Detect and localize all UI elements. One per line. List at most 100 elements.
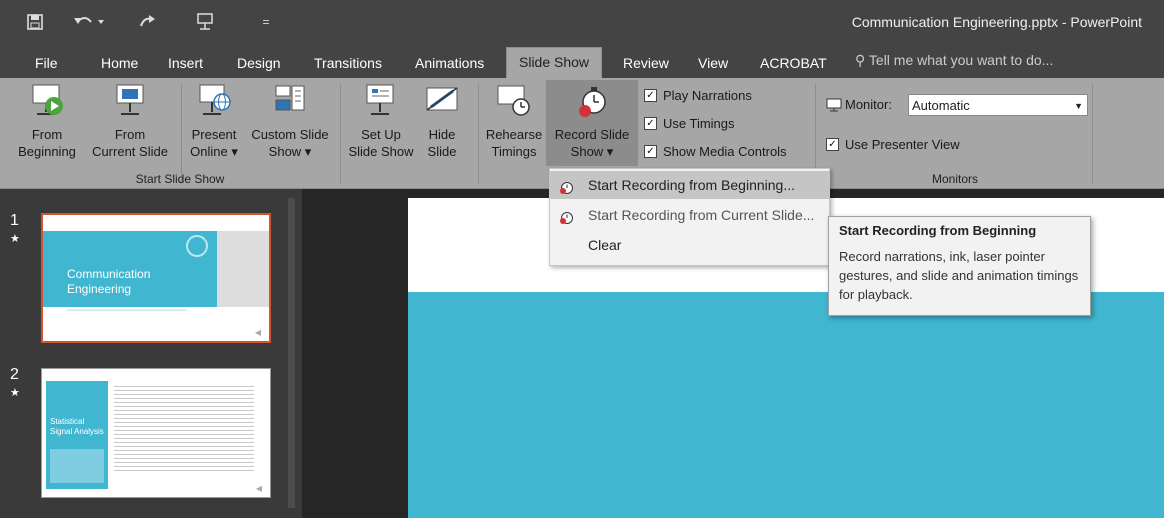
monitor-select-value: Automatic xyxy=(912,98,970,113)
tab-transitions[interactable]: Transitions xyxy=(312,52,384,78)
show-media-controls-checkbox[interactable]: ✓ Show Media Controls xyxy=(644,144,787,159)
record-slide-show-icon xyxy=(572,82,612,122)
save-icon[interactable] xyxy=(22,9,48,35)
thumbnail-scrollbar[interactable] xyxy=(288,198,295,508)
record-label-1: Record Slide xyxy=(554,127,630,142)
use-timings-label: Use Timings xyxy=(663,116,735,131)
hide-slide-label-2: Slide xyxy=(427,144,457,159)
separator xyxy=(181,84,182,184)
custom-slide-show-label-2: Show ▾ xyxy=(268,144,312,159)
thumb-title-line-2: Signal Analysis xyxy=(50,427,104,436)
slide-number-2: 2 xyxy=(10,366,19,383)
checkbox-check: ✓ xyxy=(644,117,657,130)
play-narrations-checkbox[interactable]: ✓ Play Narrations xyxy=(644,88,752,103)
menu-item-label: Clear xyxy=(588,237,622,253)
thumb-title: Communication Engineering xyxy=(67,267,150,297)
speaker-icon: ◀ xyxy=(254,328,261,337)
use-presenter-view-checkbox[interactable]: ✓ Use Presenter View xyxy=(826,137,960,152)
show-media-controls-label: Show Media Controls xyxy=(663,144,787,159)
thumb-image-block xyxy=(50,449,104,483)
checkbox-check: ✓ xyxy=(644,89,657,102)
separator xyxy=(478,84,479,184)
thumb-title-line-1: Statistical xyxy=(50,417,85,426)
present-online-button[interactable]: Present Online ▾ xyxy=(184,82,244,160)
tab-review[interactable]: Review xyxy=(621,52,671,78)
tell-me-box[interactable]: ⚲ Tell me what you want to do... xyxy=(855,52,1053,69)
slide-transition-star-2: ★ xyxy=(10,387,20,399)
custom-slide-show-icon xyxy=(270,82,310,122)
tooltip: Start Recording from Beginning Record na… xyxy=(828,216,1091,316)
start-slide-show-group-label: Start Slide Show xyxy=(135,172,225,186)
thumb-subtitle-line xyxy=(67,309,187,311)
checkbox-check: ✓ xyxy=(644,145,657,158)
undo-icon[interactable] xyxy=(70,9,110,35)
custom-slide-show-label-1: Custom Slide xyxy=(251,127,329,142)
tooltip-title: Start Recording from Beginning xyxy=(839,223,1037,238)
present-online-label-2: Online ▾ xyxy=(190,144,238,159)
group-separator xyxy=(340,84,341,184)
tab-slide-show[interactable]: Slide Show xyxy=(506,47,603,79)
monitor-icon xyxy=(826,98,842,111)
rehearse-timings-icon xyxy=(494,82,534,122)
rehearse-label-2: Timings xyxy=(491,144,537,159)
from-beginning-label-2: Beginning xyxy=(18,144,76,159)
set-up-label-2: Slide Show xyxy=(348,144,414,159)
tab-acrobat[interactable]: ACROBAT xyxy=(758,52,829,78)
hide-slide-label-1: Hide xyxy=(428,127,456,142)
group-separator xyxy=(1092,84,1093,184)
monitors-group-label: Monitors xyxy=(931,172,978,186)
set-up-slide-show-button[interactable]: Set Up Slide Show xyxy=(346,82,416,160)
tab-design[interactable]: Design xyxy=(235,52,283,78)
present-icon[interactable] xyxy=(192,9,218,35)
tab-home[interactable]: Home xyxy=(99,52,140,78)
menu-item-start-recording-from-current-slide[interactable]: Start Recording from Current Slide... xyxy=(550,201,829,229)
record-label-2: Show ▾ xyxy=(570,144,614,159)
logo-emblem xyxy=(186,235,208,257)
record-slide-show-button[interactable]: Record Slide Show ▾ xyxy=(546,80,638,166)
slide-thumbnail-2[interactable]: Statistical Signal Analysis ◀ xyxy=(41,368,271,498)
tab-file[interactable]: File xyxy=(33,52,60,78)
redo-icon[interactable] xyxy=(134,9,160,35)
slide-transition-star-1: ★ xyxy=(10,233,20,245)
tell-me-placeholder: Tell me what you want to do... xyxy=(868,52,1054,68)
custom-slide-show-button[interactable]: Custom Slide Show ▾ xyxy=(244,82,336,160)
record-icon xyxy=(558,207,574,224)
from-current-slide-button[interactable]: From Current Slide xyxy=(84,82,176,160)
set-up-slide-show-icon xyxy=(361,82,401,122)
from-beginning-button[interactable]: From Beginning xyxy=(14,82,80,160)
thumb-body-text xyxy=(114,383,254,473)
title-bar: = Communication Engineering.pptx - Power… xyxy=(0,0,1164,44)
hide-slide-button[interactable]: Hide Slide xyxy=(420,82,464,160)
use-timings-checkbox[interactable]: ✓ Use Timings xyxy=(644,116,735,131)
speaker-icon: ◀ xyxy=(255,484,262,493)
window-title: Communication Engineering.pptx - PowerPo… xyxy=(851,14,1142,30)
present-online-label-1: Present xyxy=(191,127,237,142)
record-icon xyxy=(558,177,574,194)
hide-slide-icon xyxy=(422,82,462,122)
tab-insert[interactable]: Insert xyxy=(166,52,205,78)
monitor-label: Monitor: xyxy=(826,97,892,112)
from-beginning-icon xyxy=(27,82,67,122)
ribbon-tabs: File Home Insert Design Transitions Anim… xyxy=(0,44,1164,79)
menu-item-label: Start Recording from Beginning... xyxy=(588,177,795,193)
thumb-side-panel xyxy=(217,231,269,307)
menu-item-clear[interactable]: Clear xyxy=(550,231,829,259)
customize-icon[interactable]: = xyxy=(258,9,274,35)
tab-view[interactable]: View xyxy=(696,52,730,78)
from-current-slide-icon xyxy=(110,82,150,122)
thumb-title-line-2: Engineering xyxy=(67,282,132,296)
menu-item-start-recording-from-beginning[interactable]: Start Recording from Beginning... xyxy=(550,171,829,199)
thumb-title: Statistical Signal Analysis xyxy=(50,417,104,437)
rehearse-timings-button[interactable]: Rehearse Timings xyxy=(482,82,546,160)
slide-thumbnail-1[interactable]: Communication Engineering ◀ xyxy=(41,213,271,343)
menu-item-label: Start Recording from Current Slide... xyxy=(588,207,815,223)
chevron-down-icon: ▼ xyxy=(1074,101,1083,111)
thumb-title-line-1: Communication xyxy=(67,267,151,281)
monitor-select[interactable]: Automatic ▼ xyxy=(908,94,1088,116)
slide-accent-band xyxy=(408,292,1164,518)
play-narrations-label: Play Narrations xyxy=(663,88,752,103)
from-current-label-2: Current Slide xyxy=(92,144,168,159)
tab-animations[interactable]: Animations xyxy=(413,52,486,78)
from-beginning-label-1: From xyxy=(31,127,63,142)
tooltip-body: Record narrations, ink, laser pointer ge… xyxy=(839,249,1079,302)
